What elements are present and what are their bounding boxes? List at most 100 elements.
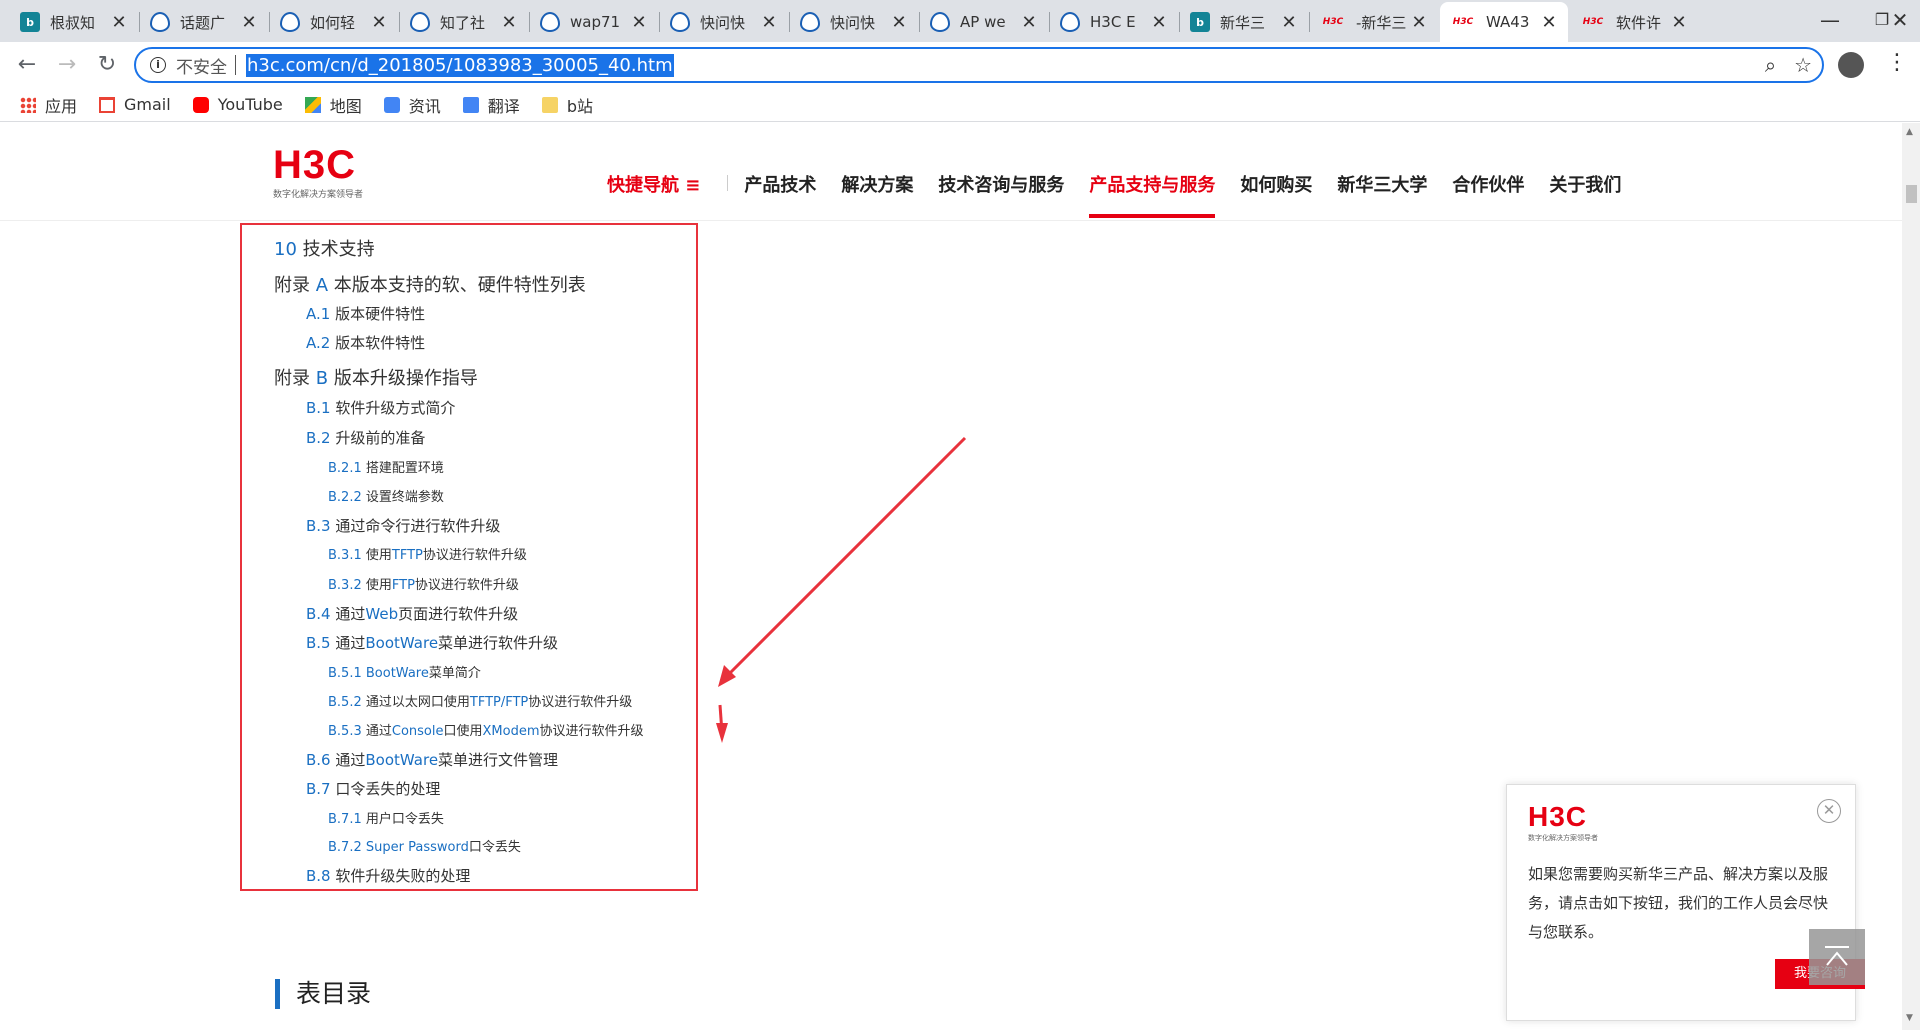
tab-separator xyxy=(399,12,400,32)
menu-icon[interactable]: ⋮ xyxy=(1886,50,1908,75)
bookmark-item[interactable]: 地图 xyxy=(304,93,362,117)
tab-close-icon[interactable]: ✕ xyxy=(630,12,648,33)
back-button[interactable]: ← xyxy=(10,48,44,82)
toc-link[interactable]: B.7.1 用户口令丢失 xyxy=(328,808,444,827)
tab-close-icon[interactable]: ✕ xyxy=(370,12,388,33)
toc-link[interactable]: A.2 版本软件特性 xyxy=(306,332,425,353)
browser-tab[interactable]: 如何轻 ✕ xyxy=(270,2,398,42)
nav-item[interactable]: 解决方案 xyxy=(841,171,913,211)
nav-item[interactable]: 合作伙伴 xyxy=(1452,171,1524,211)
toc-text: 通过以太网口使用 xyxy=(361,695,470,710)
h3c-favicon-icon: H3C xyxy=(1322,17,1344,27)
info-icon[interactable]: i xyxy=(150,57,166,73)
tab-close-icon[interactable]: ✕ xyxy=(110,12,128,33)
back-to-top-button[interactable] xyxy=(1809,929,1865,985)
nav-item[interactable]: 产品支持与服务 xyxy=(1089,171,1216,218)
bookmark-item[interactable]: 应用 xyxy=(20,93,77,117)
tab-separator xyxy=(269,12,270,32)
logo-tagline: 数字化解决方案领导者 xyxy=(273,190,364,200)
scroll-down-arrow-icon[interactable]: ▼ xyxy=(1906,1013,1913,1023)
bookmark-item[interactable]: 翻译 xyxy=(462,93,520,117)
url-text[interactable]: h3c.com/cn/d_201805/1083983_30005_40.htm xyxy=(246,53,674,77)
tab-close-icon[interactable]: ✕ xyxy=(1410,12,1428,33)
tab-close-icon[interactable]: ✕ xyxy=(890,12,908,33)
tab-close-icon[interactable]: ✕ xyxy=(1540,12,1558,33)
bookmark-item[interactable]: Gmail xyxy=(99,95,171,114)
toc-text: 通过命令行进行软件升级 xyxy=(330,517,501,535)
close-icon[interactable]: ✕ xyxy=(1817,799,1841,823)
browser-tab[interactable]: H3C 软件许 ✕ xyxy=(1570,2,1698,42)
browser-tab[interactable]: 快问快 ✕ xyxy=(790,2,918,42)
toc-link[interactable]: B.2.1 搭建配置环境 xyxy=(328,457,444,476)
browser-tab[interactable]: wap71 ✕ xyxy=(530,2,658,42)
toc-link[interactable]: B.6 通过BootWare菜单进行文件管理 xyxy=(306,749,558,770)
bookmark-item[interactable]: 资讯 xyxy=(383,93,441,117)
bookmark-label: 地图 xyxy=(329,96,362,116)
tab-close-icon[interactable]: ✕ xyxy=(240,12,258,33)
minimize-button[interactable]: — xyxy=(1800,0,1860,40)
toc-link[interactable]: B.3 通过命令行进行软件升级 xyxy=(306,515,500,536)
tab-title: AP we xyxy=(960,13,1006,31)
nav-item[interactable]: 技术咨询与服务 xyxy=(938,171,1064,211)
toc-link[interactable]: B.5.1 BootWare菜单简介 xyxy=(328,662,481,681)
nav-item[interactable]: 新华三大学 xyxy=(1337,171,1427,211)
browser-tab[interactable]: H3C E ✕ xyxy=(1050,2,1178,42)
toc-link[interactable]: B.5.2 通过以太网口使用TFTP/FTP协议进行软件升级 xyxy=(328,691,632,710)
toc-link[interactable]: 附录 B 版本升级操作指导 xyxy=(274,364,478,390)
scrollbar-thumb[interactable] xyxy=(1906,185,1917,203)
tab-close-icon[interactable]: ✕ xyxy=(760,12,778,33)
toc-text-tail: 口令丢失 xyxy=(468,840,521,855)
nav-item[interactable]: 快捷导航 ≡ xyxy=(607,171,700,211)
nav-item[interactable]: 如何购买 xyxy=(1240,171,1312,211)
browser-tab[interactable]: b 新华三 ✕ xyxy=(1180,2,1308,42)
tab-close-icon[interactable]: ✕ xyxy=(1150,12,1168,33)
tab-title: wap71 xyxy=(570,13,621,31)
toc-text: 升级前的准备 xyxy=(330,429,426,447)
tab-close-icon[interactable]: ✕ xyxy=(1280,12,1298,33)
toc-link[interactable]: B.7 口令丢失的处理 xyxy=(306,778,440,799)
toc-link[interactable]: B.2 升级前的准备 xyxy=(306,427,425,448)
toc-link[interactable]: 附录 A 本版本支持的软、硬件特性列表 xyxy=(274,271,586,297)
browser-tab[interactable]: 快问快 ✕ xyxy=(660,2,788,42)
browser-tab[interactable]: 话题广 ✕ xyxy=(140,2,268,42)
toc-link[interactable]: A.1 版本硬件特性 xyxy=(306,303,425,324)
tab-close-icon[interactable]: ✕ xyxy=(1670,12,1688,33)
browser-tab[interactable]: 知了社 ✕ xyxy=(400,2,528,42)
toc-link[interactable]: B.7.2 Super Password口令丢失 xyxy=(328,836,521,855)
toc-text-tail: 菜单进行软件升级 xyxy=(438,634,559,652)
bookmark-item[interactable]: YouTube xyxy=(192,95,283,114)
toc-link[interactable]: B.3.2 使用FTP协议进行软件升级 xyxy=(328,574,519,593)
scroll-up-arrow-icon[interactable]: ▲ xyxy=(1906,127,1913,137)
toc-link[interactable]: B.4 通过Web页面进行软件升级 xyxy=(306,603,518,624)
tab-close-icon[interactable]: ✕ xyxy=(500,12,518,33)
toc-link[interactable]: B.5 通过BootWare菜单进行软件升级 xyxy=(306,632,558,653)
browser-tab[interactable]: H3C WA43 ✕ xyxy=(1440,2,1568,42)
tab-title: 新华三 xyxy=(1220,13,1266,32)
nav-item[interactable]: 产品技术 xyxy=(744,171,816,211)
address-bar[interactable]: i 不安全 h3c.com/cn/d_201805/1083983_30005_… xyxy=(134,47,1824,83)
toc-link[interactable]: B.5.3 通过Console口使用XModem协议进行软件升级 xyxy=(328,720,644,739)
tab-close-icon[interactable]: ✕ xyxy=(1020,12,1038,33)
browser-tab[interactable]: AP we ✕ xyxy=(920,2,1048,42)
bookmark-star-icon[interactable]: ☆ xyxy=(1794,53,1812,77)
toc-link[interactable]: 10 技术支持 xyxy=(274,235,375,261)
toc-link[interactable]: B.2.2 设置终端参数 xyxy=(328,486,444,505)
browser-tab[interactable]: b 根叔知 ✕ xyxy=(10,2,138,42)
nav-item[interactable]: 关于我们 xyxy=(1549,171,1621,211)
forward-button[interactable]: → xyxy=(50,48,84,82)
reload-button[interactable]: ↻ xyxy=(90,48,124,82)
toc-number: B.6 xyxy=(306,751,331,769)
browser-tab[interactable]: H3C -新华三 ✕ xyxy=(1310,2,1438,42)
toc-text: 版本硬件特性 xyxy=(330,305,426,323)
bookmark-item[interactable]: b站 xyxy=(541,93,593,117)
zoom-icon[interactable]: ⌕ xyxy=(1765,53,1776,77)
toc-number: B.2.2 xyxy=(328,490,362,505)
drop-favicon-icon xyxy=(800,12,820,32)
toc-link[interactable]: B.8 软件升级失败的处理 xyxy=(306,865,470,886)
toc-link[interactable]: B.3.1 使用TFTP协议进行软件升级 xyxy=(328,544,527,563)
h3c-logo[interactable]: H3C 数字化解决方案领导者 xyxy=(273,145,363,200)
page-scrollbar[interactable]: ▲ ▼ xyxy=(1902,123,1920,1030)
toc-link[interactable]: B.1 软件升级方式简介 xyxy=(306,397,455,418)
close-window-button[interactable]: ✕ xyxy=(1880,0,1920,40)
profile-avatar-icon[interactable] xyxy=(1838,52,1864,78)
